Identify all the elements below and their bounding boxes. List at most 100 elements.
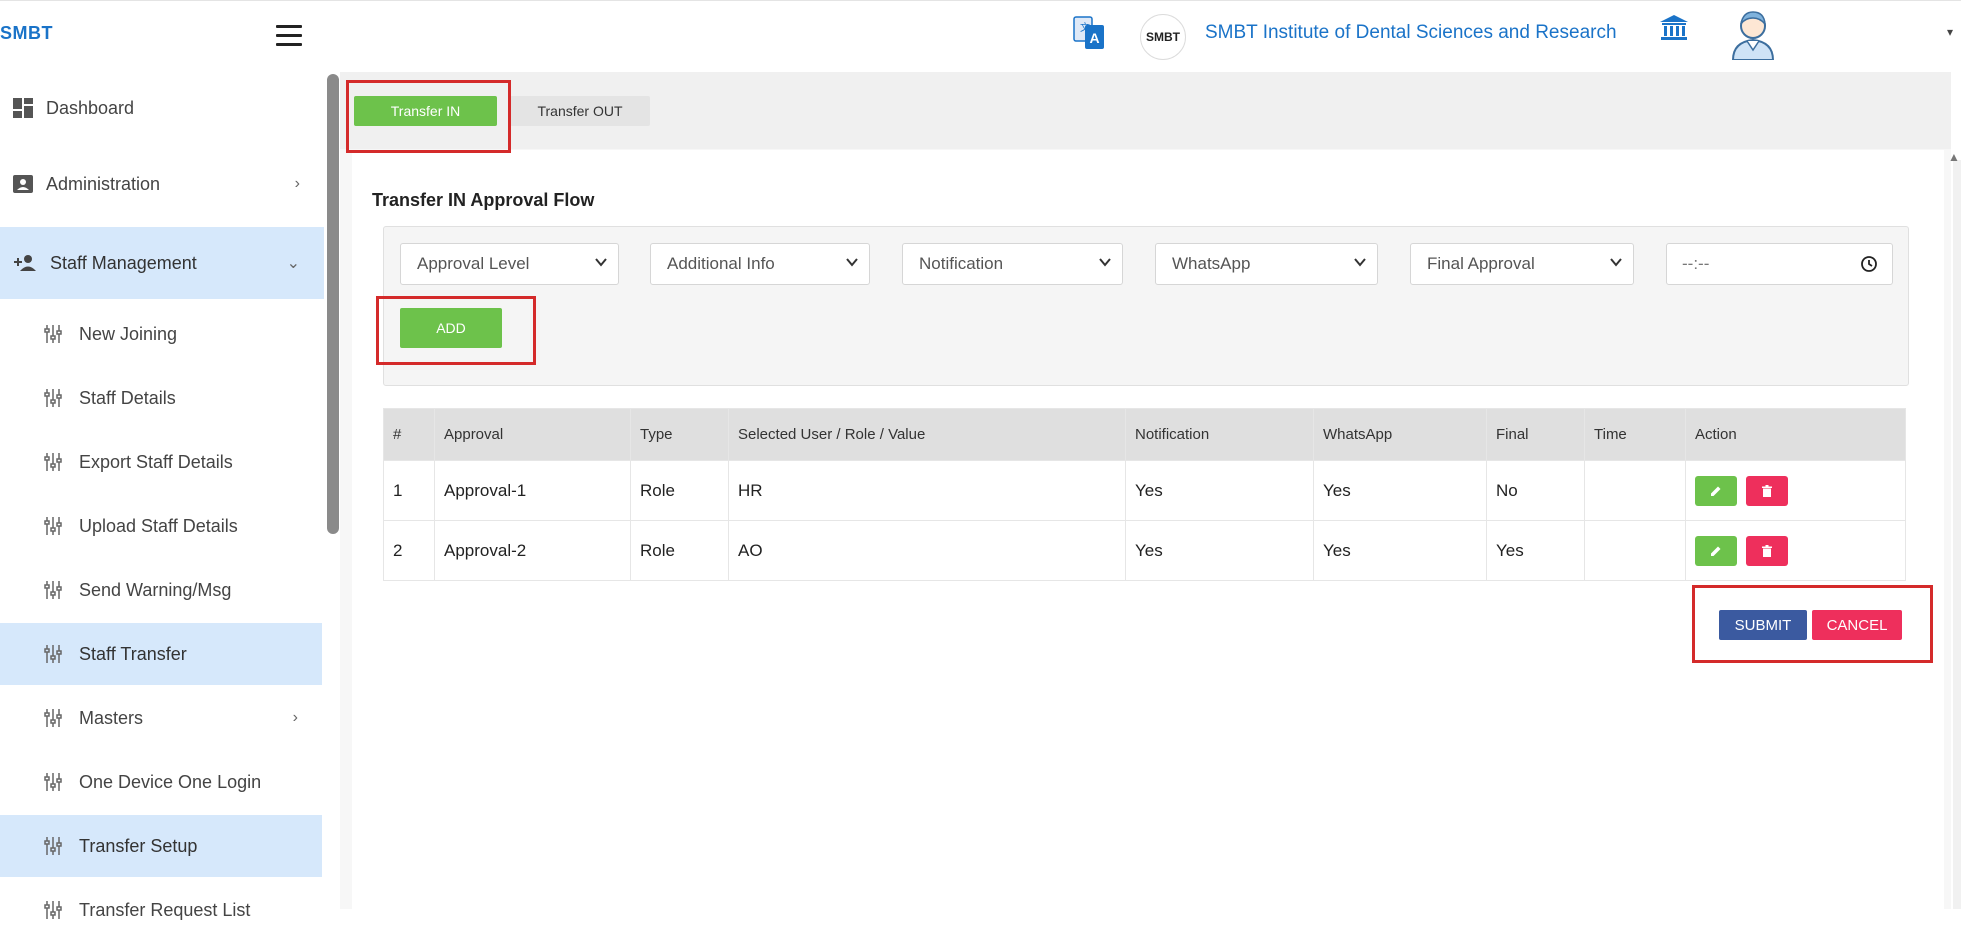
cell-num: 1 bbox=[383, 460, 435, 521]
column-header: Selected User / Role / Value bbox=[728, 408, 1126, 461]
cell-selected: AO bbox=[728, 520, 1126, 581]
sidebar-subitem-label: Masters bbox=[79, 707, 144, 728]
annotation-highlight-box bbox=[1692, 585, 1933, 663]
tune-icon bbox=[44, 837, 62, 855]
cell-num: 2 bbox=[383, 520, 435, 581]
sidebar-subitem-one-device-one-login[interactable]: One Device One Login bbox=[0, 751, 322, 813]
sidebar-subitem-label: Transfer Setup bbox=[79, 835, 198, 856]
additional-info-select[interactable]: Additional Info bbox=[650, 243, 870, 285]
sidebar-subitem-upload-staff-details[interactable]: Upload Staff Details bbox=[0, 495, 322, 557]
user-avatar-icon[interactable] bbox=[1727, 6, 1779, 61]
annotation-highlight-box bbox=[346, 80, 511, 153]
table-row: 2 Approval-2 Role AO Yes Yes Yes bbox=[383, 520, 1906, 581]
sidebar-subitem-label: Send Warning/Msg bbox=[79, 579, 232, 600]
chevron-down-icon: ⌄ bbox=[286, 255, 300, 272]
edit-button[interactable] bbox=[1695, 535, 1737, 566]
approval-level-select[interactable]: Approval Level bbox=[400, 243, 619, 285]
sidebar-item-administration[interactable]: Administration › bbox=[0, 148, 324, 220]
cell-whatsapp: Yes bbox=[1313, 460, 1487, 521]
tune-icon bbox=[44, 325, 62, 343]
org-name: SMBT Institute of Dental Sciences and Re… bbox=[1205, 22, 1617, 43]
sidebar-item-staff-management[interactable]: Staff Management ⌄ bbox=[0, 227, 324, 299]
tune-icon bbox=[44, 773, 62, 791]
clock-icon[interactable] bbox=[1860, 255, 1878, 273]
sidebar-subitem-label: Staff Details bbox=[79, 387, 176, 408]
top-header: SMBT A 文 SMBT SMBT Institute of Dental S… bbox=[0, 0, 1961, 72]
sidebar-subitem-transfer-setup[interactable]: Transfer Setup bbox=[0, 815, 322, 877]
chevron-down-icon bbox=[595, 258, 607, 267]
cell-selected: HR bbox=[728, 460, 1126, 521]
main-scrollbar[interactable] bbox=[1953, 160, 1961, 909]
menu-icon[interactable] bbox=[276, 25, 302, 47]
column-header: Final bbox=[1486, 408, 1585, 461]
sidebar-subitem-masters[interactable]: Masters › bbox=[0, 687, 322, 749]
cell-final: No bbox=[1486, 460, 1585, 521]
sidebar-subitem-transfer-request-list[interactable]: Transfer Request List bbox=[0, 879, 322, 941]
chevron-down-icon bbox=[1354, 258, 1366, 267]
sidebar-item-label: Staff Management bbox=[50, 252, 197, 273]
sidebar-subitem-label: New Joining bbox=[79, 323, 178, 344]
sidebar-subitem-label: Upload Staff Details bbox=[79, 515, 238, 536]
sidebar-subitem-new-joining[interactable]: New Joining bbox=[0, 303, 322, 365]
cell-final: Yes bbox=[1486, 520, 1585, 581]
sidebar-scrollbar[interactable] bbox=[327, 74, 339, 534]
approval-level-value: Approval Level bbox=[417, 254, 530, 273]
org-logo: SMBT bbox=[1140, 14, 1186, 60]
final-approval-select[interactable]: Final Approval bbox=[1410, 243, 1634, 285]
tab-transfer-out[interactable]: Transfer OUT bbox=[510, 96, 650, 126]
tune-icon bbox=[44, 389, 62, 407]
sidebar-subitem-label: One Device One Login bbox=[79, 771, 262, 792]
column-header: WhatsApp bbox=[1313, 408, 1487, 461]
cell-time bbox=[1584, 460, 1686, 521]
trash-icon bbox=[1762, 544, 1772, 557]
translate-icon[interactable]: A 文 bbox=[1072, 15, 1106, 56]
column-header: Action bbox=[1685, 408, 1906, 461]
annotation-highlight-box bbox=[376, 296, 536, 365]
whatsapp-value: WhatsApp bbox=[1172, 254, 1251, 273]
cell-action bbox=[1685, 460, 1906, 521]
cell-action bbox=[1685, 520, 1906, 581]
edit-button[interactable] bbox=[1695, 475, 1737, 506]
chevron-right-icon: › bbox=[294, 175, 300, 192]
cell-notification: Yes bbox=[1125, 460, 1314, 521]
sidebar-subitem-label: Export Staff Details bbox=[79, 451, 233, 472]
column-header: Time bbox=[1584, 408, 1686, 461]
tune-icon bbox=[44, 709, 62, 727]
scroll-up-arrow-icon[interactable]: ▲ bbox=[1948, 150, 1960, 164]
chevron-down-icon bbox=[1099, 258, 1111, 267]
sidebar-subitem-send-warning[interactable]: Send Warning/Msg bbox=[0, 559, 322, 621]
tune-icon bbox=[44, 517, 62, 535]
time-placeholder: --:-- bbox=[1682, 254, 1710, 273]
delete-button[interactable] bbox=[1746, 535, 1788, 566]
group-add-icon bbox=[14, 255, 36, 271]
time-input[interactable]: --:-- bbox=[1666, 243, 1893, 285]
delete-button[interactable] bbox=[1746, 475, 1788, 506]
brand-logo[interactable]: SMBT bbox=[0, 23, 53, 44]
chevron-down-icon bbox=[846, 258, 858, 267]
final-approval-value: Final Approval bbox=[1427, 254, 1535, 273]
caret-down-icon[interactable]: ▾ bbox=[1947, 25, 1953, 39]
section-title: Transfer IN Approval Flow bbox=[372, 190, 595, 210]
cell-whatsapp: Yes bbox=[1313, 520, 1487, 581]
tab-bar: Transfer IN Transfer OUT bbox=[340, 72, 1951, 149]
column-header: Approval bbox=[434, 408, 631, 461]
whatsapp-select[interactable]: WhatsApp bbox=[1155, 243, 1378, 285]
tune-icon bbox=[44, 901, 62, 919]
column-header: # bbox=[383, 408, 435, 461]
sidebar-subitem-export-staff-details[interactable]: Export Staff Details bbox=[0, 431, 322, 493]
sidebar-item-dashboard[interactable]: Dashboard bbox=[0, 72, 324, 144]
bank-icon[interactable] bbox=[1659, 14, 1689, 47]
approval-table: # Approval Type Selected User / Role / V… bbox=[383, 408, 1906, 581]
sidebar-item-label: Administration bbox=[46, 173, 161, 194]
sidebar-item-label: Dashboard bbox=[46, 97, 135, 118]
pencil-icon bbox=[1711, 546, 1721, 556]
table-header-row: # Approval Type Selected User / Role / V… bbox=[383, 408, 1906, 461]
tune-icon bbox=[44, 645, 62, 663]
sidebar-subitem-staff-details[interactable]: Staff Details bbox=[0, 367, 322, 429]
sidebar-subitem-staff-transfer[interactable]: Staff Transfer bbox=[0, 623, 322, 685]
notification-value: Notification bbox=[919, 254, 1004, 273]
svg-text:文: 文 bbox=[1080, 21, 1090, 34]
cell-type: Role bbox=[630, 460, 729, 521]
notification-select[interactable]: Notification bbox=[902, 243, 1123, 285]
cell-notification: Yes bbox=[1125, 520, 1314, 581]
